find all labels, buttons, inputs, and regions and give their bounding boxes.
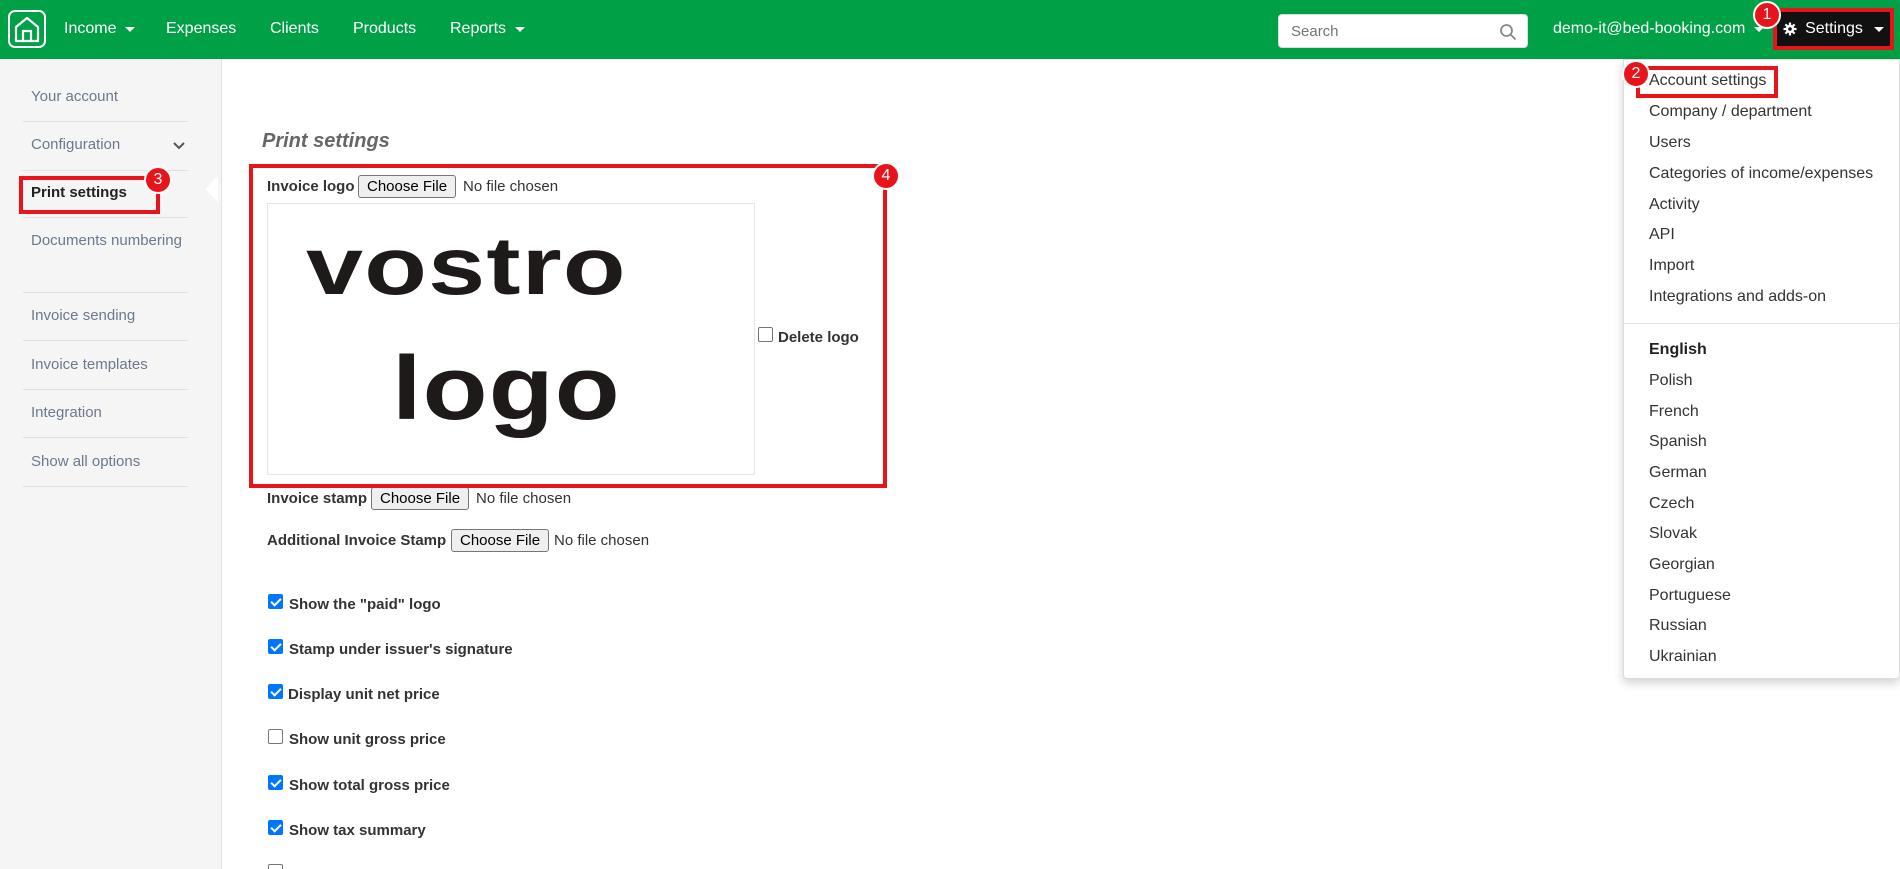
sidebar-item-invoice-templates[interactable]: Invoice templates [31,351,187,378]
divider [23,437,188,438]
sidebar-item-configuration[interactable]: Configuration [31,131,187,158]
chevron-down-icon [1873,26,1884,32]
search-icon[interactable] [1499,23,1517,41]
divider [23,486,188,487]
menu-language-portuguese[interactable]: Portuguese [1649,587,1731,605]
menu-language-english[interactable]: English [1649,341,1707,359]
option-checkbox-next[interactable] [268,864,283,869]
divider [23,292,188,293]
menu-item-import[interactable]: Import [1649,257,1694,275]
chevron-down-icon[interactable] [172,141,186,151]
user-menu[interactable]: demo-it@bed-booking.com [1553,20,1765,38]
option-checkbox-total-gross-price[interactable] [268,775,283,790]
search-box[interactable] [1278,14,1528,48]
page-title: Print settings [262,130,390,152]
settings-dropdown-menu: Account settings Company / department Us… [1623,59,1900,679]
menu-divider [1624,323,1900,324]
menu-language-ukrainian[interactable]: Ukrainian [1649,648,1717,666]
menu-item-activity[interactable]: Activity [1649,196,1700,214]
chevron-down-icon [125,26,136,32]
sidebar-item-show-all-options[interactable]: Show all options [31,448,187,475]
sidebar-item-documents-numbering[interactable]: Documents numbering [31,227,187,254]
divider [23,340,188,341]
active-indicator [205,176,218,202]
option-checkbox-unit-gross-price[interactable] [268,729,283,744]
invoice-stamp-status: No file chosen [476,490,572,507]
annotation-badge: 3 [144,166,172,194]
menu-item-company[interactable]: Company / department [1649,103,1812,121]
menu-language-czech[interactable]: Czech [1649,495,1694,513]
option-checkbox-unit-net-price[interactable] [268,684,283,699]
option-checkbox-paid-logo[interactable] [268,594,283,609]
option-label: Display unit net price [288,686,440,703]
menu-item-integrations[interactable]: Integrations and adds-on [1649,288,1826,306]
invoice-stamp-file-button[interactable]: Choose File [371,487,470,510]
menu-language-spanish[interactable]: Spanish [1649,433,1707,451]
sidebar-item-integration[interactable]: Integration [31,399,187,426]
annotation-box-logo-section [249,164,887,488]
home-icon[interactable] [8,10,46,48]
annotation-badge: 1 [1753,1,1781,29]
option-checkbox-tax-summary[interactable] [268,820,283,835]
menu-item-api[interactable]: API [1649,226,1675,244]
option-label: Stamp under issuer's signature [289,641,513,658]
annotation-badge: 2 [1622,60,1650,88]
additional-stamp-file-button[interactable]: Choose File [451,529,550,552]
option-checkbox-stamp-under-signature[interactable] [268,639,283,654]
menu-language-slovak[interactable]: Slovak [1649,525,1697,543]
settings-button[interactable]: Settings [1773,8,1894,50]
annotation-box-account-settings [1636,66,1778,98]
nav-clients[interactable]: Clients [270,20,319,38]
option-label: Show tax summary [289,822,426,839]
nav-expenses[interactable]: Expenses [166,20,236,38]
nav-income[interactable]: Income [64,20,136,38]
menu-item-categories[interactable]: Categories of income/expenses [1649,165,1873,183]
annotation-badge: 4 [872,162,900,190]
invoice-stamp-label: Invoice stamp [267,490,368,507]
chevron-down-icon [515,26,526,32]
menu-language-georgian[interactable]: Georgian [1649,556,1715,574]
nav-reports[interactable]: Reports [450,20,526,38]
option-label: Show the "paid" logo [289,596,441,613]
nav-products[interactable]: Products [353,20,416,38]
menu-language-russian[interactable]: Russian [1649,617,1707,635]
divider [23,121,188,122]
additional-stamp-status: No file chosen [554,532,650,549]
annotation-box-print-settings [19,176,160,214]
divider [23,217,188,218]
top-navbar: Income Expenses Clients Products Reports… [0,0,1900,59]
option-label: Show total gross price [289,777,450,794]
sidebar-item-your-account[interactable]: Your account [31,83,187,110]
search-input[interactable] [1279,15,1489,47]
gear-icon [1783,22,1797,36]
divider [23,389,188,390]
menu-item-users[interactable]: Users [1649,134,1691,152]
menu-language-german[interactable]: German [1649,464,1707,482]
menu-language-polish[interactable]: Polish [1649,372,1693,390]
additional-stamp-label: Additional Invoice Stamp [267,532,447,549]
sidebar-item-invoice-sending[interactable]: Invoice sending [31,302,187,329]
menu-language-french[interactable]: French [1649,403,1699,421]
option-label: Show unit gross price [289,731,446,748]
